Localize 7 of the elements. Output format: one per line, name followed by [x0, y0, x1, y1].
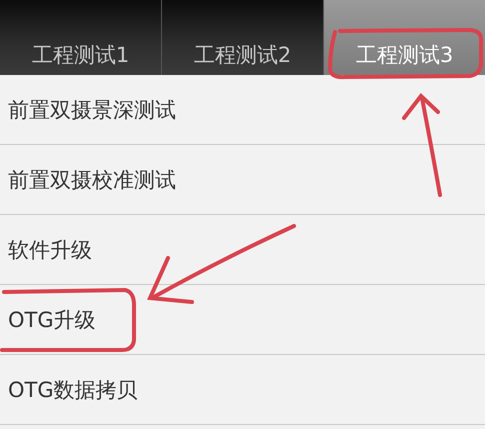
- list-item[interactable]: 软件升级: [0, 215, 485, 285]
- list-item[interactable]: OTG数据拷贝: [0, 355, 485, 425]
- tab[interactable]: 工程测试3: [324, 0, 485, 75]
- list-item[interactable]: 前置双摄景深测试: [0, 75, 485, 145]
- list-item[interactable]: 前置双摄校准测试: [0, 145, 485, 215]
- list-item[interactable]: OTG升级: [0, 285, 485, 355]
- tab[interactable]: 工程测试1: [0, 0, 162, 75]
